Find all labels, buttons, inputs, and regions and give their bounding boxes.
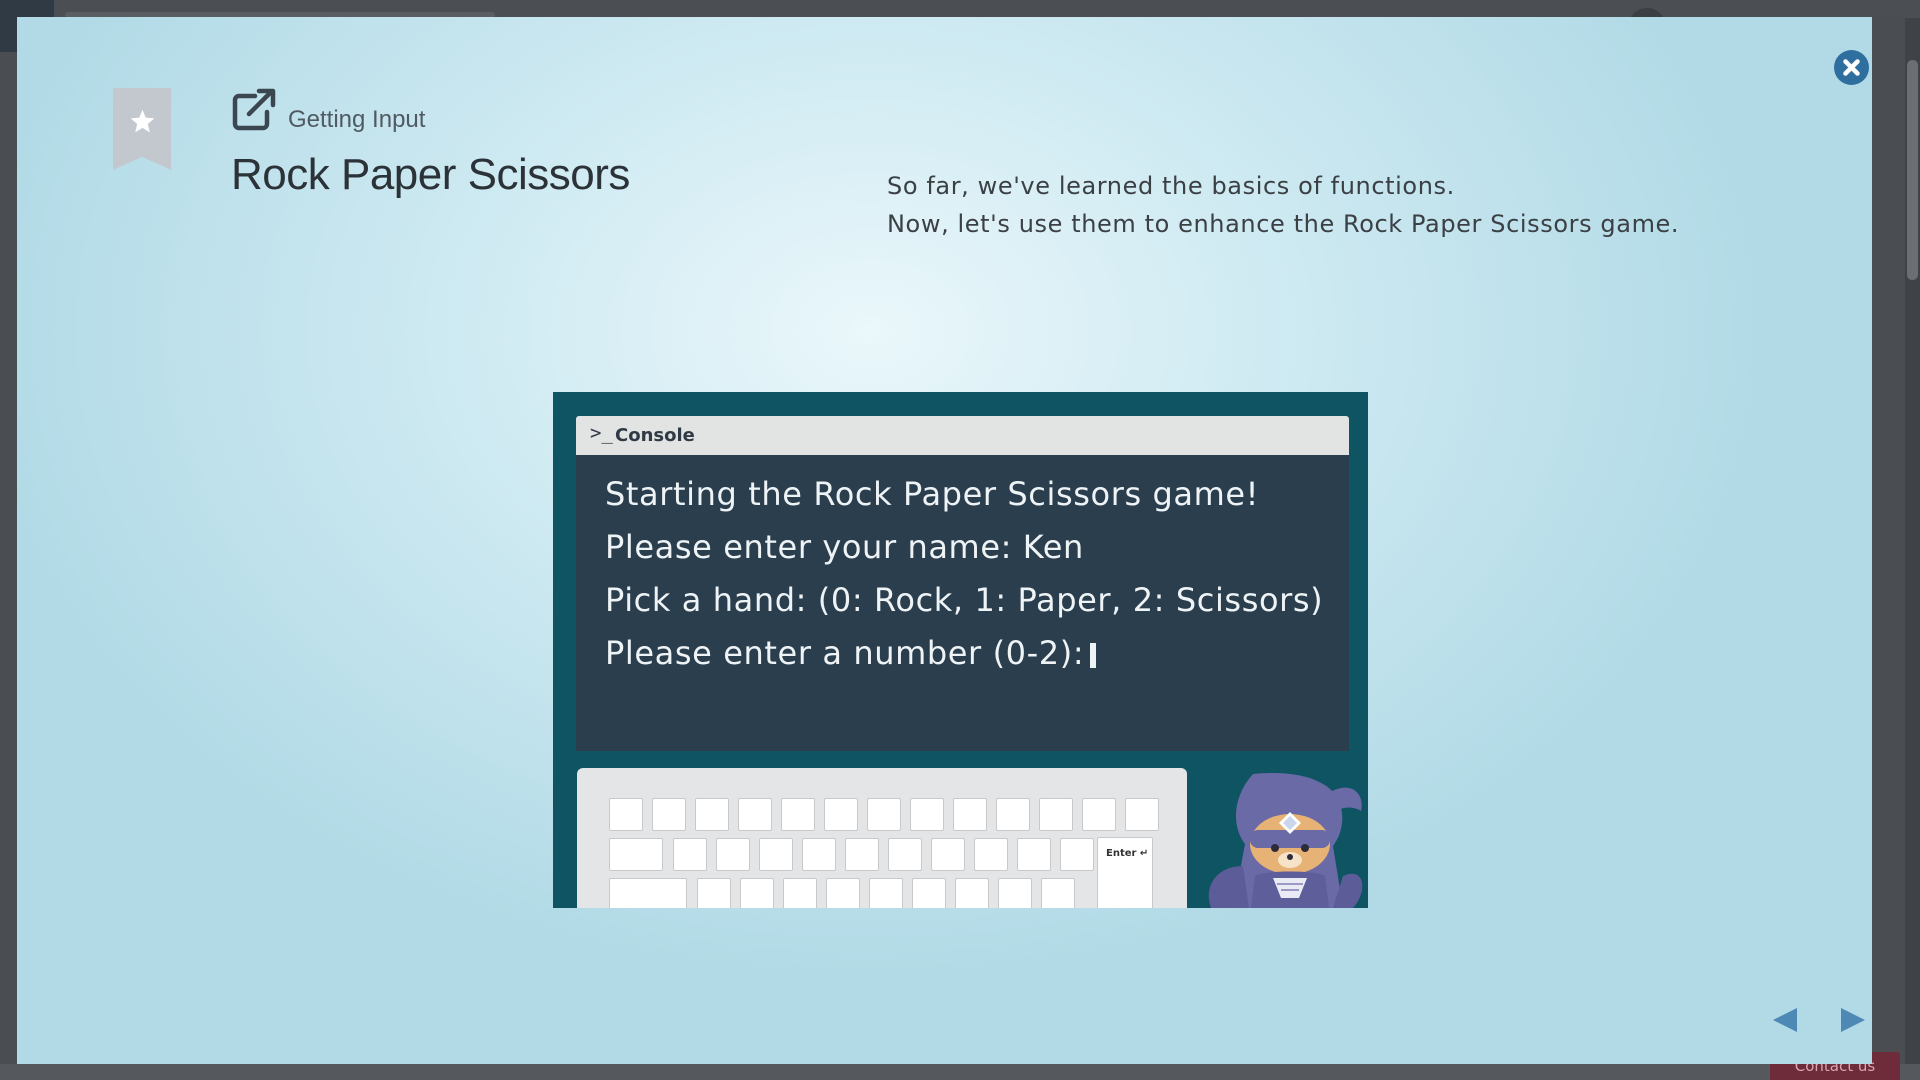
star-icon [130, 109, 155, 133]
keyboard-key [695, 798, 729, 831]
keyboard-key [845, 838, 879, 871]
description-line: Now, let's use them to enhance the Rock … [887, 210, 1680, 238]
slide-illustration: >_ Console Starting the Rock Paper Sciss… [553, 392, 1368, 908]
triangle-right-icon[interactable] [1835, 1002, 1871, 1038]
keyboard-key [974, 838, 1008, 871]
ninja-mascot-illustration [1208, 773, 1363, 908]
keyboard-key [697, 878, 731, 908]
keyboard-key [998, 878, 1032, 908]
keyboard-key [955, 878, 989, 908]
keyboard-key [824, 798, 858, 831]
keyboard-key [652, 798, 686, 831]
keyboard-key [1039, 798, 1073, 831]
console-line: Pick a hand: (0: Rock, 1: Paper, 2: Scis… [605, 581, 1324, 619]
console-line: Starting the Rock Paper Scissors game! [605, 475, 1260, 513]
keyboard-key [1082, 798, 1116, 831]
close-button[interactable] [1834, 50, 1869, 85]
keyboard-key [910, 798, 944, 831]
keyboard-key [912, 878, 946, 908]
keyboard-key [609, 838, 663, 871]
keyboard-key [931, 838, 965, 871]
keyboard-key [716, 838, 750, 871]
console-prompt-text: Please enter a number (0-2): [605, 634, 1085, 672]
keyboard-key [869, 878, 903, 908]
keyboard-key [1060, 838, 1094, 871]
description-line: So far, we've learned the basics of func… [887, 172, 1455, 200]
keyboard-key [826, 878, 860, 908]
console-line-input: Please enter a number (0-2): [605, 634, 1097, 672]
keyboard-key [1125, 798, 1159, 831]
enter-key: Enter ↵ [1097, 837, 1153, 908]
console-line: Please enter your name: Ken [605, 528, 1084, 566]
terminal-icon: >_ [590, 422, 613, 444]
external-link-icon[interactable] [231, 88, 279, 132]
slide-description: So far, we've learned the basics of func… [887, 167, 1679, 243]
console-label: Console [615, 425, 695, 446]
console-output: Starting the Rock Paper Scissors game! P… [576, 455, 1349, 751]
keyboard-key [953, 798, 987, 831]
keyboard-key [740, 878, 774, 908]
close-icon [1843, 59, 1860, 76]
keyboard-key [673, 838, 707, 871]
keyboard-key [996, 798, 1030, 831]
keyboard-key [759, 838, 793, 871]
bookmark-button[interactable] [113, 88, 171, 170]
triangle-left-icon[interactable] [1767, 1002, 1803, 1038]
backdrop-footer [0, 1064, 1920, 1080]
keyboard-key [888, 838, 922, 871]
slide-modal: Getting Input Rock Paper Scissors So far… [17, 17, 1872, 1064]
keyboard-key [738, 798, 772, 831]
keyboard-key [609, 878, 687, 908]
keyboard-key [781, 798, 815, 831]
backdrop-scrollbar-thumb [1907, 60, 1918, 280]
keyboard-illustration: Enter ↵ [577, 768, 1187, 908]
keyboard-key [1041, 878, 1075, 908]
text-cursor [1090, 643, 1097, 668]
enter-key-label: Enter ↵ [1106, 848, 1149, 859]
lesson-title: Rock Paper Scissors [231, 150, 630, 199]
keyboard-key [867, 798, 901, 831]
keyboard-key [783, 878, 817, 908]
keyboard-key [609, 798, 643, 831]
lesson-subtitle: Getting Input [288, 106, 426, 133]
console-header: >_ Console [576, 416, 1349, 455]
keyboard-key [1017, 838, 1051, 871]
keyboard-key [802, 838, 836, 871]
